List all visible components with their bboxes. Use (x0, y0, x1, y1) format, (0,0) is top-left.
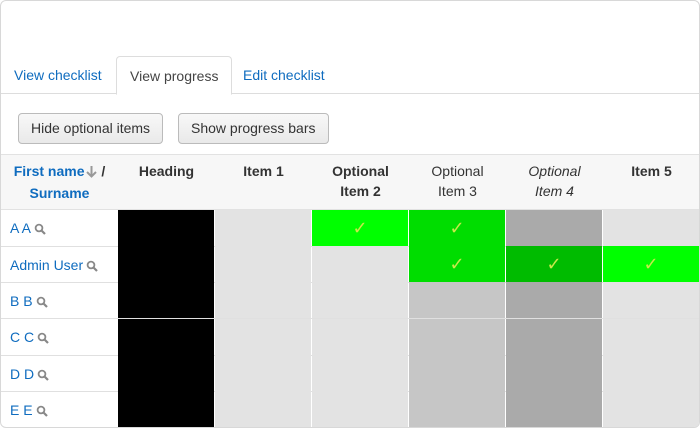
tab-view-progress[interactable]: View progress (116, 56, 233, 95)
magnifier-icon[interactable] (36, 295, 48, 311)
tab-view-checklist[interactable]: View checklist (1, 56, 115, 94)
column-header-line: Item 3 (438, 183, 477, 199)
column-header-line: Item 2 (340, 183, 381, 199)
heading-cell (118, 246, 214, 282)
magnifier-icon[interactable] (37, 368, 49, 384)
progress-cell (409, 391, 505, 427)
progress-cell (603, 282, 699, 318)
progress-cell (506, 355, 602, 391)
name-column-header: First name / Surname (1, 161, 118, 203)
checkmark-icon: ✓ (352, 218, 368, 238)
column-header-optional-item-3: Optional Item 3 (409, 161, 506, 201)
user-name[interactable]: Admin User (10, 257, 83, 273)
checkmark-icon: ✓ (643, 254, 659, 274)
progress-cell (603, 355, 699, 391)
progress-cell-complete: ✓ (409, 210, 505, 246)
progress-cell (506, 210, 602, 246)
heading-cell (118, 282, 214, 318)
progress-cell (506, 319, 602, 355)
progress-cell (603, 391, 699, 427)
user-name[interactable]: A A (10, 220, 31, 236)
progress-cell (603, 210, 699, 246)
sort-by-first-name-link[interactable]: First name (14, 163, 85, 179)
progress-cell (215, 391, 311, 427)
progress-cell (312, 355, 408, 391)
heading-cell (118, 391, 214, 427)
column-header-line: Optional (431, 163, 484, 179)
progress-cell (215, 210, 311, 246)
name-header-separator: / (97, 163, 106, 179)
user-link[interactable]: C C (10, 329, 49, 347)
progress-cell (312, 391, 408, 427)
progress-cell-complete: ✓ (312, 210, 408, 246)
heading-cell (118, 210, 214, 246)
progress-cell-complete: ✓ (603, 246, 699, 282)
checkmark-icon: ✓ (546, 254, 562, 274)
progress-cell (215, 282, 311, 318)
user-link[interactable]: A A (10, 220, 46, 238)
sort-by-surname-link[interactable]: Surname (30, 185, 90, 201)
column-header-line: Optional (332, 163, 389, 179)
sort-down-arrow-icon[interactable] (85, 163, 98, 183)
progress-cell (409, 319, 505, 355)
user-link[interactable]: Admin User (10, 257, 98, 275)
column-header-item-5: Item 5 (631, 163, 672, 179)
progress-cell (409, 282, 505, 318)
progress-cell (312, 246, 408, 282)
user-name[interactable]: D D (10, 366, 34, 382)
progress-cell-complete: ✓ (409, 246, 505, 282)
user-name[interactable]: B B (10, 293, 33, 309)
column-header-line: Optional (528, 163, 581, 179)
progress-cell (409, 355, 505, 391)
progress-cell (215, 355, 311, 391)
magnifier-icon[interactable] (36, 404, 48, 420)
column-header-line: Item 4 (535, 183, 574, 199)
user-name[interactable]: C C (10, 329, 34, 345)
column-header-optional-item-4: Optional Item 4 (506, 161, 603, 201)
magnifier-icon[interactable] (37, 331, 49, 347)
column-header-optional-item-2: Optional Item 2 (312, 161, 409, 201)
progress-cell-complete: ✓ (506, 246, 602, 282)
checkmark-icon: ✓ (449, 254, 465, 274)
progress-cell (506, 391, 602, 427)
show-progress-bars-button[interactable]: Show progress bars (178, 113, 329, 144)
heading-cell (118, 319, 214, 355)
progress-cell (312, 319, 408, 355)
magnifier-icon[interactable] (34, 222, 46, 238)
user-link[interactable]: E E (10, 402, 48, 420)
progress-cell (215, 319, 311, 355)
user-name[interactable]: E E (10, 402, 33, 418)
user-link[interactable]: B B (10, 293, 48, 311)
hide-optional-items-button[interactable]: Hide optional items (18, 113, 164, 144)
magnifier-icon[interactable] (86, 259, 98, 275)
column-header-heading: Heading (138, 163, 195, 179)
progress-cell (215, 246, 311, 282)
checklist-window: View checklist View progress Edit checkl… (0, 0, 700, 428)
user-link[interactable]: D D (10, 366, 49, 384)
progress-cell (603, 319, 699, 355)
tab-bar: View checklist View progress Edit checkl… (1, 56, 699, 95)
checkmark-icon: ✓ (449, 218, 465, 238)
progress-cell (506, 282, 602, 318)
column-header-item-1: Item 1 (243, 163, 284, 179)
heading-cell (118, 355, 214, 391)
progress-cell (312, 282, 408, 318)
tab-edit-checklist[interactable]: Edit checklist (230, 56, 338, 94)
